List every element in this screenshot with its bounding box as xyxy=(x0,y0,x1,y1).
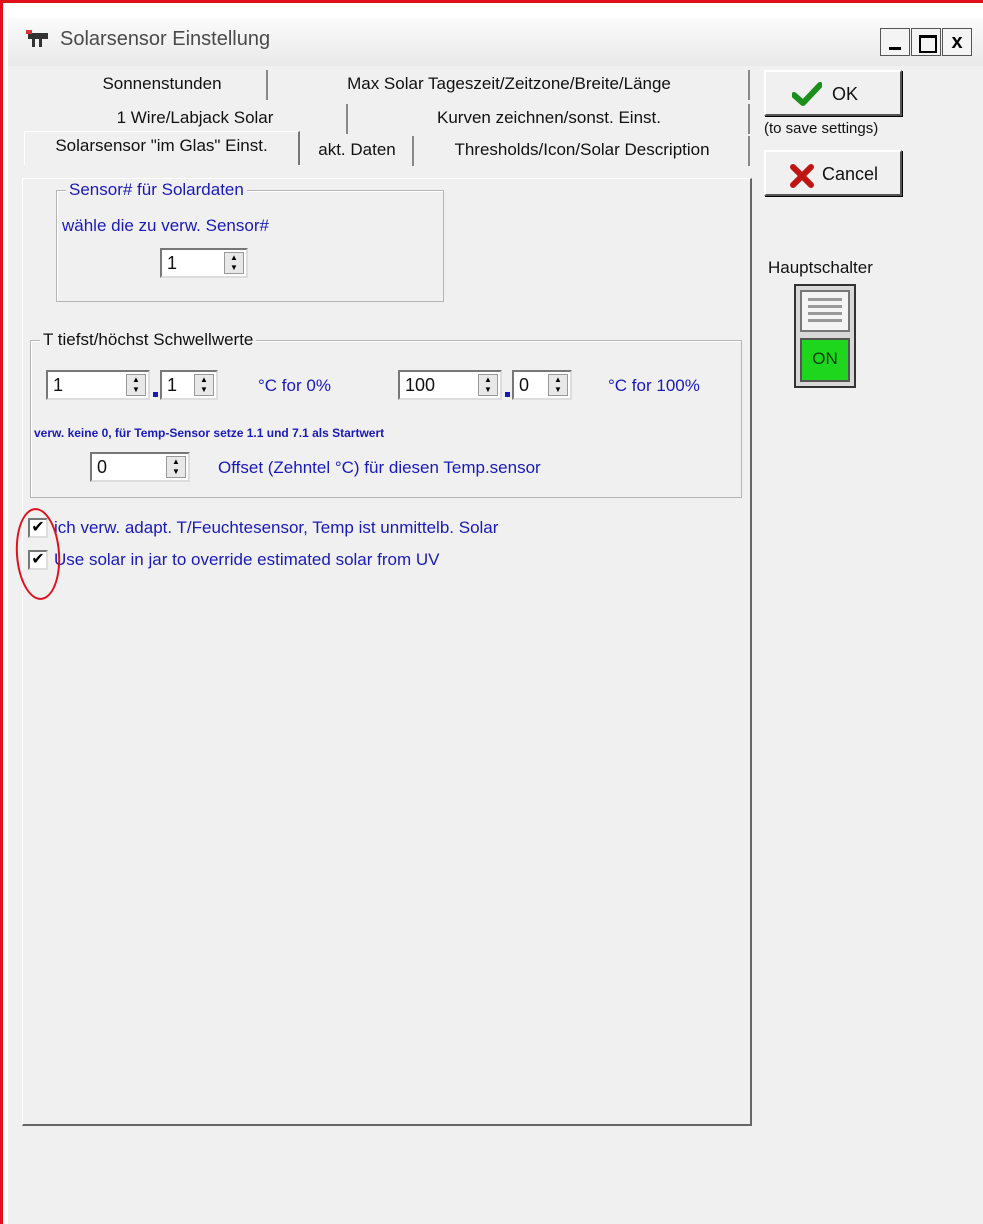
low-int-value: 1 xyxy=(53,375,64,395)
window-controls: x xyxy=(880,28,973,56)
tab-akt-daten[interactable]: akt. Daten xyxy=(302,136,414,166)
tab-sonnenstunden[interactable]: Sonnenstunden xyxy=(58,70,268,100)
tab-max-solar[interactable]: Max Solar Tageszeit/Zeitzone/Breite/Läng… xyxy=(270,70,750,100)
low-dec-value: 1 xyxy=(167,375,178,395)
close-button[interactable]: x xyxy=(942,28,972,56)
high-int-value: 100 xyxy=(405,375,436,395)
sensor-group-title: Sensor# für Solardaten xyxy=(66,180,247,200)
tab-solarsensor-im-glas[interactable]: Solarsensor "im Glas" Einst. xyxy=(24,131,300,165)
spinner-arrows-icon[interactable]: ▲ ▼ xyxy=(478,374,498,396)
offset-value: 0 xyxy=(97,457,108,477)
sensor-groupbox xyxy=(56,190,444,302)
high-label: °C for 100% xyxy=(608,376,700,395)
tab-panel xyxy=(22,178,752,1126)
decimal-dot xyxy=(505,392,510,397)
spinner-arrows-icon[interactable]: ▲ ▼ xyxy=(548,374,568,396)
sensor-stepper[interactable]: 1 ▲ ▼ xyxy=(160,248,248,278)
spinner-arrows-icon[interactable]: ▲ ▼ xyxy=(126,374,146,396)
minimize-button[interactable] xyxy=(880,28,910,56)
spinner-arrows-icon[interactable]: ▲ ▼ xyxy=(224,252,244,274)
settings-window: Solarsensor Einstellung x Sonnenstunden … xyxy=(8,18,983,1224)
switch-state: ON xyxy=(800,338,850,382)
switch-lever xyxy=(800,290,850,332)
title-bar[interactable]: Solarsensor Einstellung x xyxy=(8,18,983,66)
low-dec-stepper[interactable]: 1 ▲ ▼ xyxy=(160,370,218,400)
low-label: °C for 0% xyxy=(258,376,331,395)
high-dec-stepper[interactable]: 0 ▲ ▼ xyxy=(512,370,572,400)
main-switch[interactable]: ON xyxy=(794,284,856,388)
tab-1wire-labjack[interactable]: 1 Wire/Labjack Solar xyxy=(44,104,348,134)
sensor-caption: wähle die zu verw. Sensor# xyxy=(62,216,269,235)
adaptive-sensor-label: ich verw. adapt. T/Feuchtesensor, Temp i… xyxy=(54,518,499,537)
offset-stepper[interactable]: 0 ▲ ▼ xyxy=(90,452,190,482)
ok-label: OK xyxy=(832,84,859,104)
spinner-arrows-icon[interactable]: ▲ ▼ xyxy=(166,456,186,478)
tab-thresholds[interactable]: Thresholds/Icon/Solar Description xyxy=(416,136,750,166)
high-int-stepper[interactable]: 100 ▲ ▼ xyxy=(398,370,502,400)
sensor-value: 1 xyxy=(167,253,178,273)
cancel-label: Cancel xyxy=(822,164,879,184)
high-dec-value: 0 xyxy=(519,375,530,395)
threshold-group-title: T tiefst/höchst Schwellwerte xyxy=(40,330,257,350)
tab-kurven[interactable]: Kurven zeichnen/sonst. Einst. xyxy=(350,104,750,134)
spinner-arrows-icon[interactable]: ▲ ▼ xyxy=(194,374,214,396)
cancel-button[interactable]: Cancel xyxy=(764,150,902,196)
main-switch-label: Hauptschalter xyxy=(768,258,873,277)
window-title: Solarsensor Einstellung xyxy=(60,28,271,50)
checkmark-icon xyxy=(792,82,822,106)
app-icon xyxy=(26,30,48,47)
maximize-button[interactable] xyxy=(911,28,941,56)
ok-button[interactable]: OK xyxy=(764,70,902,116)
cancel-x-icon xyxy=(790,164,814,188)
low-int-stepper[interactable]: 1 ▲ ▼ xyxy=(46,370,150,400)
decimal-dot xyxy=(153,392,158,397)
ok-hint: (to save settings) xyxy=(764,120,879,137)
threshold-note: verw. keine 0, für Temp-Sensor setze 1.1… xyxy=(34,426,385,440)
offset-label: Offset (Zehntel °C) für diesen Temp.sens… xyxy=(218,458,541,477)
solar-jar-label: Use solar in jar to override estimated s… xyxy=(54,550,440,569)
